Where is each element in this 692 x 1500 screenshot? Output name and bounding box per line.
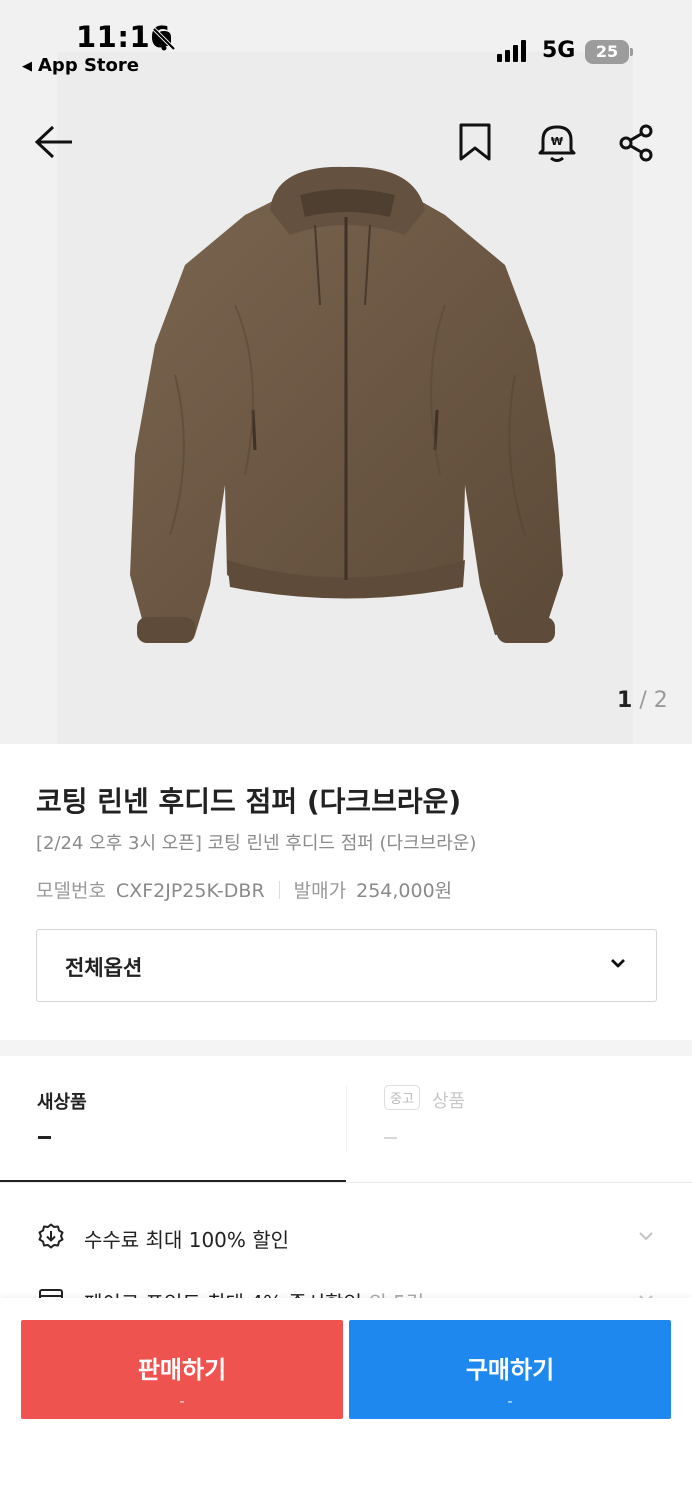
product-image-gallery[interactable] xyxy=(0,0,692,744)
back-to-app-store[interactable]: ◀ App Store xyxy=(22,55,139,76)
image-pager: 1 / 2 xyxy=(617,688,668,713)
tab-used-label: 상품 xyxy=(432,1091,466,1112)
back-arrow-icon[interactable] xyxy=(34,124,74,160)
tab-divider xyxy=(346,1086,347,1152)
chevron-down-icon xyxy=(639,1232,653,1241)
pager-total: 2 xyxy=(653,688,668,713)
tab-baseline xyxy=(0,1182,692,1183)
option-select-label: 전체옵션 xyxy=(65,956,143,980)
price-alert-icon[interactable]: ₩ xyxy=(537,122,577,164)
tab-used-product[interactable]: 중고 상품 xyxy=(346,1056,692,1184)
sell-button[interactable]: 판매하기 - xyxy=(21,1320,343,1419)
product-subtitle: [2/24 오후 3시 오픈] 코팅 린넨 후디드 점퍼 (다크브라운) xyxy=(36,833,477,854)
meta-divider xyxy=(278,881,280,899)
buy-button-label: 구매하기 xyxy=(465,1356,555,1384)
battery-icon: 25 xyxy=(585,40,633,64)
buy-button-price: - xyxy=(507,1392,513,1410)
option-select[interactable]: 전체옵션 xyxy=(36,929,657,1002)
benefit-item-fee-discount[interactable]: 수수료 최대 100% 할인 xyxy=(0,1223,692,1283)
pager-current: 1 xyxy=(617,688,633,713)
sell-button-label: 판매하기 xyxy=(137,1356,227,1384)
bell-off-icon xyxy=(152,27,176,51)
model-number-label: 모델번호 xyxy=(36,880,106,902)
pager-separator: / xyxy=(639,688,647,713)
status-bar: 11:16 ◀ App Store 5G 25 xyxy=(0,0,692,80)
svg-text:₩: ₩ xyxy=(551,135,563,148)
network-type: 5G xyxy=(542,38,576,63)
release-price-label: 발매가 xyxy=(293,880,347,902)
tab-new-product[interactable]: 새상품 xyxy=(0,1056,346,1184)
used-badge: 중고 xyxy=(384,1085,420,1110)
back-app-label: App Store xyxy=(38,55,139,76)
product-title: 코팅 린넨 후디드 점퍼 (다크브라운) xyxy=(36,785,462,818)
model-number-value: CXF2JP25K-DBR xyxy=(115,880,265,902)
tab-new-label: 새상품 xyxy=(37,1092,87,1113)
back-triangle-icon: ◀ xyxy=(22,59,32,74)
release-price-value: 254,000원 xyxy=(356,880,453,902)
sell-button-price: - xyxy=(179,1392,185,1410)
benefit-text-main: 수수료 최대 100% 할인 xyxy=(84,1228,290,1252)
share-icon[interactable] xyxy=(618,124,654,162)
battery-tip xyxy=(630,48,633,56)
jacket-image xyxy=(130,166,563,643)
cellular-signal-icon xyxy=(497,40,526,62)
section-gap xyxy=(0,1040,692,1056)
benefit-text: 수수료 최대 100% 할인 xyxy=(84,1224,289,1253)
discount-icon xyxy=(38,1223,64,1249)
buy-button[interactable]: 구매하기 - xyxy=(349,1320,671,1419)
product-meta: 모델번호 CXF2JP25K-DBR 발매가 254,000원 xyxy=(36,876,452,903)
chevron-down-icon xyxy=(611,959,625,968)
bookmark-icon[interactable] xyxy=(458,122,492,162)
